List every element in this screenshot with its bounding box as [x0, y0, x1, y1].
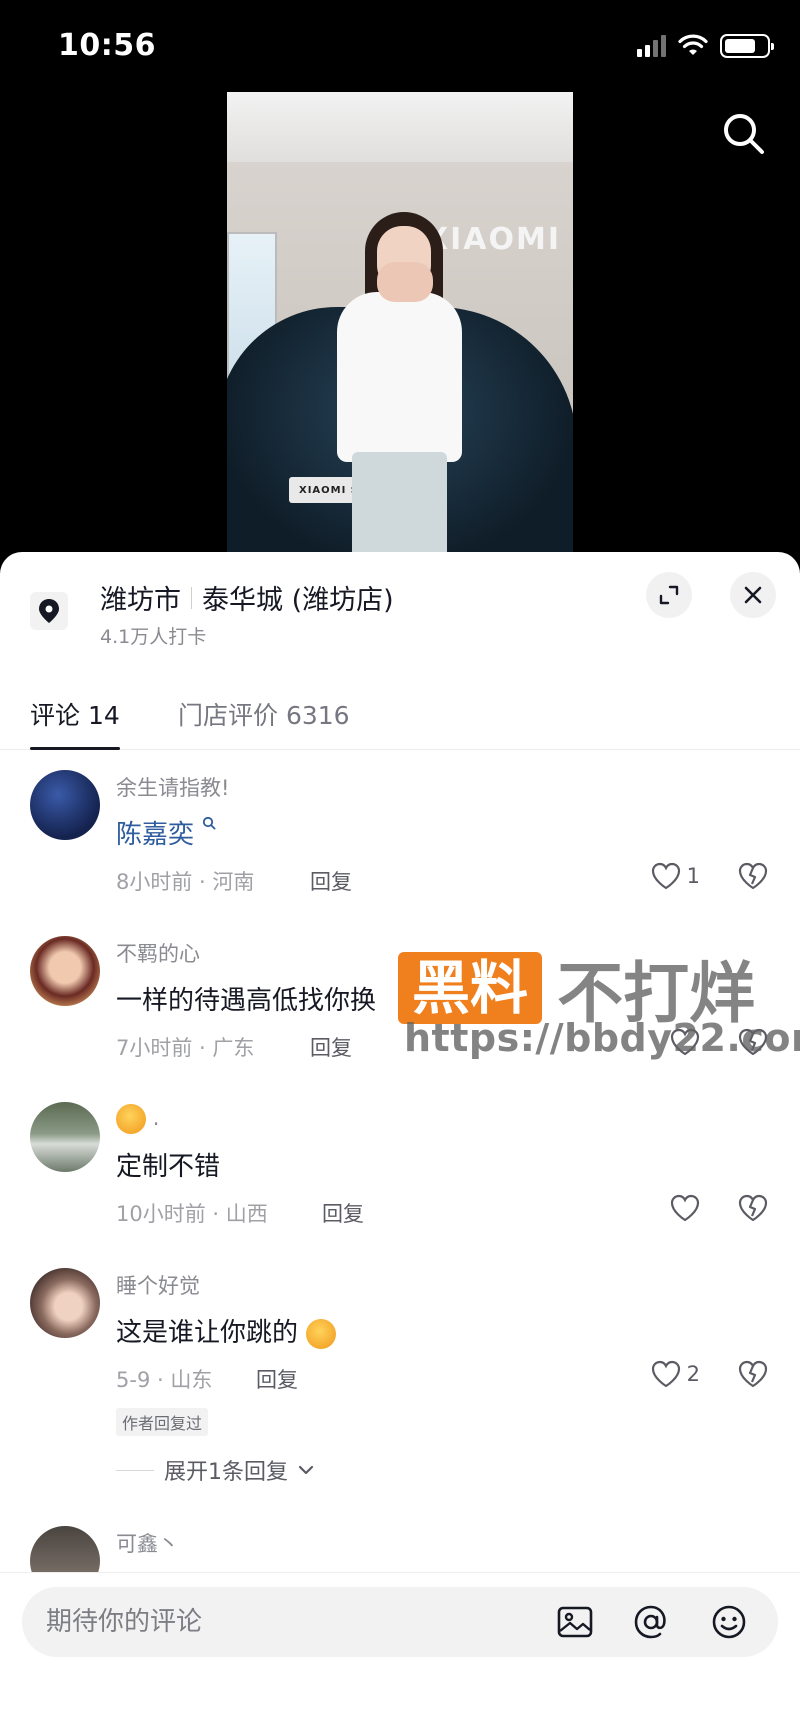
- smiling-hearts-emoji-icon: [116, 1104, 146, 1134]
- location-title[interactable]: 潍坊市 泰华城 (潍坊店): [100, 578, 394, 617]
- comment-meta: 7小时前 · 广东: [116, 1036, 255, 1060]
- broken-heart-icon[interactable]: [738, 1194, 768, 1222]
- tab-active-indicator: [30, 747, 120, 750]
- avatar[interactable]: [30, 770, 100, 840]
- location-divider: [191, 586, 192, 609]
- comment-input[interactable]: [46, 1587, 516, 1657]
- location-city: 潍坊市: [100, 585, 181, 616]
- broken-heart-icon[interactable]: [738, 1360, 768, 1388]
- reply-button[interactable]: 回复: [310, 866, 352, 896]
- status-bar: 10:56: [0, 0, 800, 92]
- comment-text[interactable]: 定制不错: [116, 1146, 220, 1183]
- comment-text[interactable]: 这是谁让你跳的: [116, 1312, 337, 1349]
- heart-icon: [651, 1360, 680, 1388]
- close-icon: [744, 586, 762, 604]
- location-store-name: 泰华城 (潍坊店): [202, 585, 394, 616]
- tab-bar: 评论 14 门店评价 6316: [0, 676, 800, 750]
- comment-sheet: 潍坊市 泰华城 (潍坊店) 4.1万人打卡 评论 14 门店评价 6316 余生…: [0, 552, 800, 1731]
- heart-icon: [670, 1194, 700, 1222]
- status-time: 10:56: [58, 28, 156, 63]
- tab-store-reviews[interactable]: 门店评价 6316: [178, 696, 350, 732]
- heart-icon: [651, 862, 680, 890]
- location-pin-icon: [30, 592, 68, 630]
- comment-meta: 8小时前 · 河南: [116, 870, 255, 894]
- avatar[interactable]: [30, 936, 100, 1006]
- chevron-down-icon: [298, 1465, 314, 1475]
- like-count: 2: [686, 1362, 700, 1386]
- reply-button[interactable]: 回复: [322, 1198, 364, 1228]
- expand-replies-button[interactable]: 展开1条回复: [116, 1454, 314, 1486]
- image-icon[interactable]: [556, 1603, 594, 1641]
- reply-button[interactable]: 回复: [310, 1032, 352, 1062]
- like-count: 1: [686, 864, 700, 888]
- comment-text[interactable]: 陈嘉奕: [116, 814, 216, 851]
- comment-username[interactable]: 睡个好觉: [116, 1270, 200, 1300]
- like-button[interactable]: 2: [651, 1360, 700, 1388]
- expand-replies-label: 展开1条回复: [164, 1460, 288, 1485]
- video-brand-text: XIAOMI: [425, 222, 562, 257]
- like-button[interactable]: 1: [651, 862, 700, 890]
- pleading-face-emoji-icon: [306, 1318, 337, 1349]
- watermark-badge: 黑料: [398, 952, 543, 1024]
- comment-meta: 10小时前 · 山西: [116, 1202, 268, 1226]
- comment-input-box[interactable]: [22, 1587, 778, 1657]
- comment-text[interactable]: 一样的待遇高低找你换: [116, 980, 376, 1017]
- status-icons: [637, 34, 774, 58]
- video-person-hands: [377, 262, 433, 302]
- expand-button[interactable]: [646, 572, 692, 618]
- video-person-legs: [352, 452, 447, 554]
- location-checkins: 4.1万人打卡: [100, 626, 207, 648]
- like-button[interactable]: [670, 1194, 700, 1222]
- broken-heart-icon[interactable]: [738, 862, 768, 890]
- tab-comments[interactable]: 评论 14: [30, 696, 120, 732]
- close-button[interactable]: [730, 572, 776, 618]
- expand-divider: [116, 1469, 154, 1471]
- wifi-icon: [678, 34, 708, 55]
- comment-username[interactable]: .: [116, 1104, 159, 1134]
- video-thumbnail[interactable]: XIAOMI XIAOMI S: [227, 92, 573, 554]
- battery-icon: [720, 34, 774, 58]
- signal-icon: [637, 35, 666, 57]
- comment-input-bar: [0, 1572, 800, 1731]
- emoji-icon[interactable]: [710, 1603, 748, 1641]
- avatar[interactable]: [30, 1268, 100, 1338]
- search-icon: [203, 816, 216, 830]
- comment-username[interactable]: 余生请指教!: [116, 772, 229, 802]
- video-ceiling: [227, 92, 573, 172]
- author-replied-badge: 作者回复过: [116, 1408, 209, 1436]
- comment-username[interactable]: 可鑫丶: [116, 1528, 179, 1558]
- reply-button[interactable]: 回复: [256, 1364, 298, 1394]
- comment-username[interactable]: 不羁的心: [116, 938, 200, 968]
- video-person-body: [337, 292, 462, 462]
- mention-icon[interactable]: [632, 1603, 670, 1641]
- avatar[interactable]: [30, 1102, 100, 1172]
- comment-meta: 5-9 · 山东: [116, 1368, 213, 1392]
- search-icon[interactable]: [720, 110, 766, 156]
- watermark-url: https://bbdy22.com: [404, 1016, 800, 1060]
- expand-icon: [659, 585, 679, 605]
- comment-mention-link[interactable]: 陈嘉奕: [116, 820, 194, 850]
